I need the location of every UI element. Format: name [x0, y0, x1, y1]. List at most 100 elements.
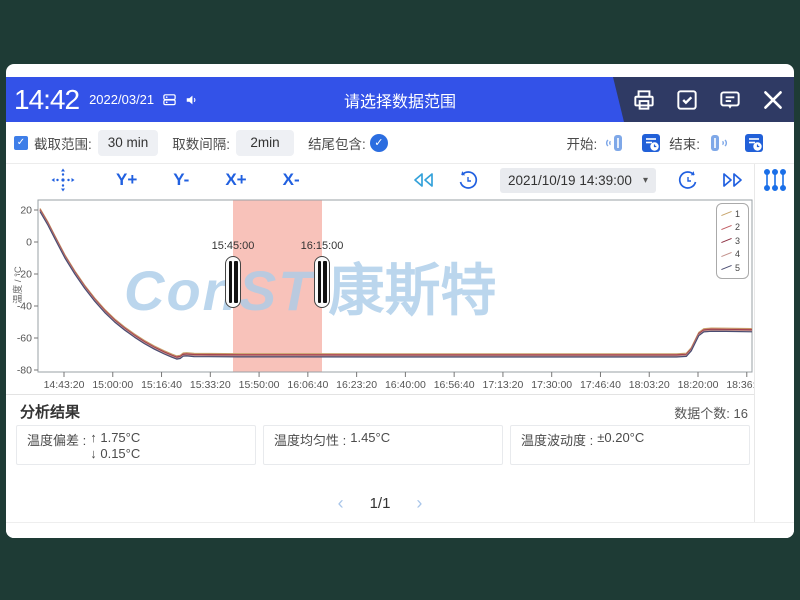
end-label: 结束: — [669, 133, 700, 153]
deviation-down-value: ↓ 0.15°C — [90, 446, 140, 462]
close-icon[interactable] — [760, 87, 786, 113]
legend-label: 2 — [735, 222, 740, 232]
series-line-2 — [40, 209, 752, 357]
deviation-box: 温度偏差 : ↑ 1.75°C ↓ 0.15°C — [16, 425, 256, 465]
legend-item[interactable]: 5 — [721, 261, 744, 275]
x-tick-label: 15:33:20 — [190, 379, 231, 391]
capture-range-value[interactable]: 30 min — [98, 130, 159, 156]
legend-item[interactable]: 4 — [721, 248, 744, 262]
series-line-1 — [40, 208, 752, 356]
legend-swatch — [721, 225, 732, 230]
zoom-y-minus-button[interactable]: Y- — [173, 170, 189, 190]
export-icon[interactable] — [631, 87, 657, 113]
legend-label: 3 — [735, 236, 740, 246]
x-tick-label: 16:40:00 — [385, 379, 426, 391]
y-tick-label: -80 — [17, 365, 32, 377]
legend-item[interactable]: 2 — [721, 221, 744, 235]
fluctuation-label: 温度波动度 : — [521, 430, 593, 460]
curve-select-icon[interactable] — [762, 167, 788, 198]
caret-down-icon: ▾ — [643, 175, 648, 186]
redo-clock-icon[interactable] — [676, 168, 700, 192]
footer-strip — [6, 522, 794, 538]
x-tick-label: 16:56:40 — [434, 379, 475, 391]
y-tick-label: 20 — [20, 205, 32, 217]
clock-time: 14:42 — [14, 84, 79, 116]
legend-swatch — [721, 238, 732, 243]
fluctuation-value: ±0.20°C — [597, 430, 644, 460]
right-column — [754, 164, 794, 522]
legend-swatch — [721, 252, 732, 257]
legend-label: 4 — [735, 249, 740, 259]
zoom-y-plus-button[interactable]: Y+ — [116, 170, 137, 190]
legend-swatch — [721, 265, 732, 270]
fast-forward-icon[interactable] — [720, 170, 744, 190]
zoom-x-minus-button[interactable]: X- — [283, 170, 300, 190]
pagination: ‹ 1/1 › — [6, 493, 754, 514]
legend-item[interactable]: 1 — [721, 207, 744, 221]
legend-swatch — [721, 211, 732, 216]
data-count: 数据个数: 16 — [674, 403, 748, 422]
datetime-dropdown[interactable]: 2021/10/19 14:39:00 ▾ — [500, 168, 656, 193]
rewind-icon[interactable] — [412, 170, 436, 190]
filter-bar: ✓ 截取范围: 30 min 取数间隔: 2min 结尾包含: ✓ 开始: 结束… — [6, 122, 794, 164]
y-tick-label: 0 — [26, 237, 32, 249]
storage-icon — [162, 92, 177, 107]
sample-interval-value[interactable]: 2min — [236, 130, 294, 156]
chart-toolbar: Y+ Y- X+ X- 2021/10/19 14:39:00 ▾ — [6, 164, 754, 196]
legend-label: 1 — [735, 209, 740, 219]
chart-legend: 1 2 3 4 5 — [716, 203, 749, 279]
analysis-heading: 分析结果 — [20, 401, 80, 422]
selection-end-time-label: 16:15:00 — [287, 240, 357, 252]
zoom-x-plus-button[interactable]: X+ — [225, 170, 246, 190]
y-tick-label: -60 — [17, 333, 32, 345]
x-tick-label: 15:00:00 — [92, 379, 133, 391]
dialog-window: 请选择数据范围 14:42 2022/03/21 — [6, 64, 794, 538]
check-square-icon[interactable] — [674, 87, 700, 113]
start-label: 开始: — [566, 133, 597, 153]
prev-page-button[interactable]: ‹ — [338, 493, 344, 514]
series-line-3 — [40, 210, 752, 358]
x-tick-label: 15:50:00 — [239, 379, 280, 391]
end-time-icon[interactable] — [743, 132, 765, 154]
legend-item[interactable]: 3 — [721, 234, 744, 248]
deviation-up-value: ↑ 1.75°C — [90, 430, 140, 446]
message-icon[interactable] — [717, 87, 743, 113]
titlebar: 请选择数据范围 14:42 2022/03/21 — [6, 77, 794, 122]
x-tick-label: 17:30:00 — [531, 379, 572, 391]
deviation-label: 温度偏差 : — [27, 430, 86, 460]
next-page-button[interactable]: › — [416, 493, 422, 514]
x-tick-label: 15:16:40 — [141, 379, 182, 391]
legend-label: 5 — [735, 263, 740, 273]
plot-border — [38, 200, 752, 372]
x-tick-label: 14:43:20 — [44, 379, 85, 391]
data-count-value: 16 — [734, 406, 748, 421]
include-end-label: 结尾包含: — [308, 133, 366, 153]
uniformity-label: 温度均匀性 : — [274, 430, 346, 460]
chart-plot: 14:43:20 15:00:00 15:16:40 15:33:20 15:50:00… — [6, 196, 754, 394]
start-cursor-icon[interactable] — [604, 132, 626, 154]
uniformity-value: 1.45°C — [350, 430, 390, 460]
x-tick-label: 16:23:20 — [336, 379, 377, 391]
y-axis-label: 温度 / °C — [10, 250, 24, 320]
x-tick-label: 17:46:40 — [580, 379, 621, 391]
undo-clock-icon[interactable] — [456, 168, 480, 192]
x-tick-label: 18:36:40 — [726, 379, 754, 391]
chart-area: ConST康斯特 14:43:2015:00:0015:16:4015:33:2… — [6, 196, 754, 394]
capture-range-checkbox[interactable]: ✓ — [14, 136, 28, 150]
end-cursor-icon[interactable] — [707, 132, 729, 154]
clock-date: 2022/03/21 — [89, 92, 154, 107]
selection-end-handle[interactable] — [314, 256, 330, 308]
series-line-5 — [40, 212, 752, 360]
include-end-toggle[interactable]: ✓ — [370, 134, 388, 152]
x-tick-label: 16:06:40 — [287, 379, 328, 391]
fluctuation-box: 温度波动度 : ±0.20°C — [510, 425, 750, 465]
analysis-section: 分析结果 数据个数: 16 温度偏差 : ↑ 1.75°C ↓ 0.15°C 温… — [6, 394, 754, 522]
capture-range-label: 截取范围: — [34, 133, 92, 153]
x-tick-label: 17:13:20 — [482, 379, 523, 391]
pan-icon[interactable] — [50, 167, 76, 193]
data-count-label: 数据个数: — [674, 406, 730, 421]
start-time-icon[interactable] — [640, 132, 662, 154]
selection-start-handle[interactable] — [225, 256, 241, 308]
speaker-icon — [185, 93, 199, 107]
series-line-4 — [40, 211, 752, 359]
